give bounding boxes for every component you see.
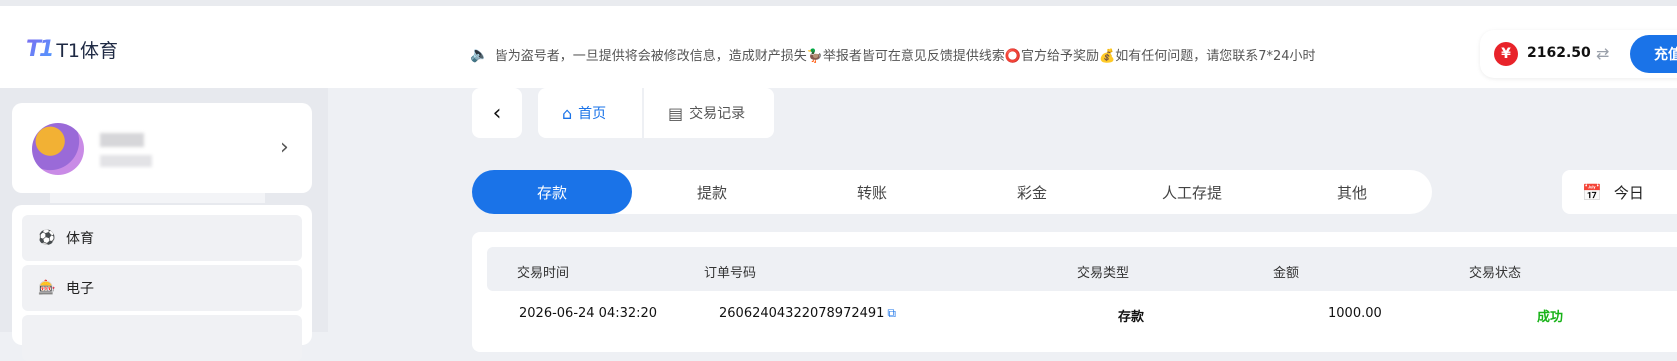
type-tab-deposit[interactable]: 存款 [472, 170, 632, 214]
copy-icon[interactable]: ⧉ [887, 306, 896, 320]
table-header: 交易时间 订单号码 交易类型 金额 交易状态 [487, 247, 1677, 291]
order-number: 26062404322078972491 [719, 306, 885, 321]
type-tab-manual[interactable]: 人工存提 [1112, 170, 1272, 214]
tab-label: 交易记录 [689, 106, 746, 122]
cell-amount: 1000.00 [1328, 306, 1382, 321]
profile-card[interactable]: › [12, 103, 312, 193]
speaker-icon: 🔈 [470, 45, 489, 63]
balance-card: ¥ 2162.50 ⇄ 充值 [1480, 30, 1677, 78]
top-bar: T1 T1体育 🔈 皆为盗号者，一旦提供将会被修改信息，造成财产损失🦆举报者皆可… [0, 0, 1677, 88]
sidebar-item-label: 体育 [66, 231, 94, 247]
ledger-icon: ▤ [668, 103, 684, 123]
transaction-table: 交易时间 订单号码 交易类型 金额 交易状态 2026-06-24 04:32:… [472, 232, 1677, 352]
sidebar-item-label: 电子 [66, 281, 94, 297]
date-filter-label: 今日 [1613, 183, 1644, 202]
back-button[interactable]: ‹ [472, 88, 522, 138]
home-icon: ⌂ [562, 103, 573, 123]
sidebar-item-electronic[interactable]: 🎰 电子 [22, 265, 302, 311]
profile-divider [50, 193, 265, 203]
cell-time: 2026-06-24 04:32:20 [519, 306, 658, 321]
type-tab-bonus[interactable]: 彩金 [952, 170, 1112, 214]
tab-home[interactable]: ⌂ 首页 [538, 88, 642, 138]
logo[interactable]: T1 T1体育 [26, 36, 118, 63]
refresh-icon[interactable]: ⇄ [1596, 44, 1609, 63]
column-header: 订单号码 [704, 266, 757, 281]
announcement-marquee: 🔈 皆为盗号者，一旦提供将会被修改信息，造成财产损失🦆举报者皆可在意见反馈提供线… [470, 44, 1380, 64]
tab-label: 首页 [578, 106, 607, 122]
chevron-left-icon: ‹ [492, 100, 502, 126]
user-subtitle-blurred [100, 155, 152, 167]
type-tab-transfer[interactable]: 转账 [792, 170, 952, 214]
calendar-icon: 📅 [1582, 182, 1602, 202]
balance-amount: 2162.50 [1527, 45, 1591, 61]
sidebar-item-next[interactable] [22, 315, 302, 361]
sidebar-menu: ⚽ 体育 🎰 电子 [12, 205, 312, 361]
type-tab-other[interactable]: 其他 [1272, 170, 1432, 214]
transaction-type-tabs: 存款 提款 转账 彩金 人工存提 其他 [472, 170, 1432, 214]
logo-text: T1体育 [56, 40, 119, 62]
column-header: 交易类型 [1077, 266, 1130, 281]
logo-mark: T1 [26, 37, 54, 62]
column-header: 金额 [1273, 266, 1300, 281]
recharge-button[interactable]: 充值 [1630, 35, 1677, 73]
date-filter[interactable]: 📅 今日 [1562, 170, 1677, 214]
column-header: 交易状态 [1469, 266, 1522, 281]
chevron-right-icon: › [280, 135, 289, 160]
announcement-text: 皆为盗号者，一旦提供将会被修改信息，造成财产损失🦆举报者皆可在意见反馈提供线索⭕… [494, 48, 1316, 64]
username-blurred [100, 133, 144, 147]
avatar [32, 123, 84, 175]
page-tabs: ⌂ 首页 ▤ 交易记录 [538, 88, 774, 138]
tab-transaction-records[interactable]: ▤ 交易记录 [644, 88, 774, 138]
column-header: 交易时间 [517, 266, 570, 281]
status-badge: 成功 [1537, 310, 1564, 325]
yuan-icon: ¥ [1494, 42, 1518, 66]
cell-type: 存款 [1118, 310, 1145, 325]
slot-machine-icon: 🎰 [38, 280, 56, 296]
cell-order: 26062404322078972491 ⧉ [719, 306, 896, 321]
sidebar-item-sports[interactable]: ⚽ 体育 [22, 215, 302, 261]
type-tab-withdraw[interactable]: 提款 [632, 170, 792, 214]
soccer-ball-icon: ⚽ [38, 230, 56, 246]
